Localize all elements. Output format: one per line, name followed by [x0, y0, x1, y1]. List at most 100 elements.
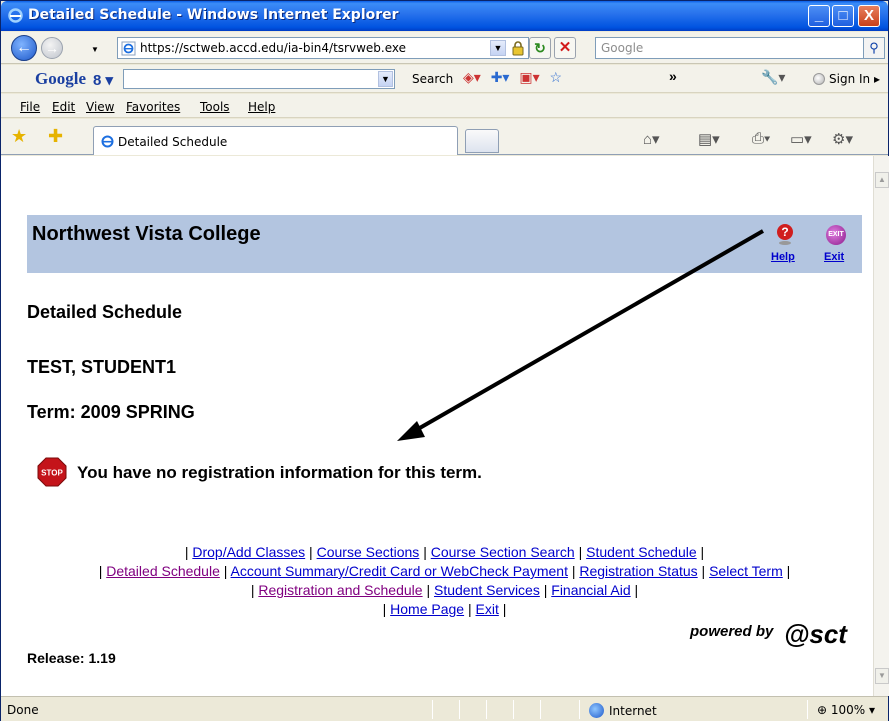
status-divider [459, 700, 460, 719]
link-student-schedule[interactable]: Student Schedule [586, 544, 697, 560]
menu-file[interactable]: File [20, 100, 40, 114]
minimize-button[interactable]: _ [808, 5, 830, 27]
home-icon[interactable]: ⌂▾ [643, 130, 660, 148]
popup-blocker-icon[interactable]: ◈▾ [463, 69, 481, 85]
search-button[interactable]: ⚲ [863, 37, 885, 59]
stop-button[interactable]: ✕ [554, 37, 576, 59]
scroll-up-icon[interactable]: ▲ [875, 172, 889, 188]
link-select-term[interactable]: Select Term [709, 563, 783, 579]
stop-x-icon: ✕ [558, 39, 572, 56]
ie-page-icon [101, 135, 114, 148]
status-text: Done [7, 703, 39, 717]
address-dropdown-icon[interactable]: ▼ [490, 40, 506, 56]
close-button[interactable]: X [858, 5, 880, 27]
google-toolbar: Google 8 ▾ ▼ Search ◈▾ ✚▾ ▣▾ ☆ » 🔧▾ Sign… [1, 65, 888, 93]
google-dropdown-icon[interactable]: ▼ [378, 71, 393, 87]
add-button-icon[interactable]: ✚▾ [491, 69, 510, 85]
scroll-down-icon[interactable]: ▼ [875, 668, 889, 684]
link-course-sections[interactable]: Course Sections [317, 544, 420, 560]
new-tab-button[interactable] [465, 129, 499, 153]
menu-help[interactable]: Help [248, 100, 275, 114]
google-search-input[interactable]: ▼ [123, 69, 395, 89]
status-divider [432, 700, 433, 719]
link-home-page[interactable]: Home Page [390, 601, 464, 617]
google-menu-icon[interactable]: 8 ▾ [93, 71, 113, 89]
bookmark-star-icon[interactable]: ☆ [550, 69, 563, 85]
address-field[interactable]: https://sctweb.accd.edu/ia-bin4/tsrvweb.… [117, 37, 529, 59]
print-icon[interactable]: ⎙▾ [752, 130, 770, 147]
title-bar[interactable]: Detailed Schedule - Windows Internet Exp… [1, 1, 888, 31]
google-search-button[interactable]: Search [412, 72, 453, 86]
sign-in-button[interactable]: Sign In ▸ [813, 72, 880, 86]
status-divider [513, 700, 514, 719]
link-drop-add[interactable]: Drop/Add Classes [192, 544, 305, 560]
college-name: Northwest Vista College [32, 223, 261, 245]
help-link[interactable]: Help [771, 251, 795, 263]
feeds-icon[interactable]: ▤▾ [698, 130, 720, 148]
help-icon[interactable]: ? [776, 223, 794, 245]
favorites-star-icon[interactable]: ★ [11, 126, 27, 147]
link-detailed-schedule[interactable]: Detailed Schedule [106, 563, 220, 579]
add-favorite-icon[interactable]: ✚ [48, 126, 63, 147]
zoom-control[interactable]: ⊕ 100% ▾ [817, 703, 875, 717]
exit-icon[interactable]: EXIT [826, 225, 846, 245]
menu-tools[interactable]: Tools [200, 100, 230, 114]
status-divider [579, 700, 580, 719]
menu-edit[interactable]: Edit [52, 100, 75, 114]
student-name: TEST, STUDENT1 [27, 357, 177, 377]
link-financial-aid[interactable]: Financial Aid [551, 582, 630, 598]
google-logo[interactable]: Google [35, 69, 86, 89]
sign-in-label: Sign In [829, 72, 871, 86]
link-account-summary[interactable]: Account Summary/Credit Card or WebCheck … [231, 563, 568, 579]
powered-by-text: powered by [690, 623, 774, 640]
term-label: Term: 2009 SPRING [27, 402, 195, 422]
back-button[interactable]: ← [11, 35, 37, 61]
search-placeholder: Google [601, 41, 644, 55]
recent-pages-dropdown-icon[interactable]: ▼ [91, 45, 99, 54]
page-menu-icon[interactable]: ▭▾ [790, 130, 812, 148]
tab-detailed-schedule[interactable]: Detailed Schedule [93, 126, 458, 155]
maximize-button[interactable]: □ [832, 5, 854, 27]
translate-icon[interactable]: ▣▾ [519, 69, 539, 85]
page-icon [121, 41, 136, 56]
menu-help-label: Help [248, 100, 276, 114]
footer-nav: | Drop/Add Classes | Course Sections | C… [27, 543, 862, 619]
link-registration-and-schedule[interactable]: Registration and Schedule [258, 582, 422, 598]
lock-icon[interactable] [510, 40, 526, 56]
menu-favorites[interactable]: Favorites [126, 100, 180, 114]
tools-gear-icon[interactable]: ⚙▾ [832, 130, 853, 148]
link-exit[interactable]: Exit [476, 601, 499, 617]
zone-label: Internet [609, 704, 657, 718]
stop-sign-icon: STOP [37, 457, 67, 487]
svg-text:?: ? [781, 225, 788, 239]
close-icon: X [863, 7, 874, 24]
google-toolbar-buttons: ◈▾ ✚▾ ▣▾ ☆ [463, 69, 568, 86]
vertical-scrollbar[interactable]: ▲ ▼ [873, 156, 889, 696]
maximize-icon: □ [838, 7, 848, 24]
forward-button[interactable]: → [41, 37, 63, 59]
forward-arrow-icon: → [45, 40, 59, 56]
magnifier-icon: ⚲ [869, 40, 879, 55]
exit-link[interactable]: Exit [824, 251, 844, 263]
search-input[interactable]: Google [595, 37, 864, 59]
stop-sign-label: STOP [41, 469, 63, 478]
menu-view[interactable]: View [86, 100, 114, 114]
wrench-icon[interactable]: 🔧▾ [761, 69, 785, 86]
menu-view-label: View [86, 100, 115, 114]
more-chevron-icon[interactable]: » [669, 68, 677, 84]
link-registration-status[interactable]: Registration Status [579, 563, 697, 579]
release-version: Release: 1.19 [27, 650, 116, 666]
ie-logo-icon [8, 8, 23, 23]
menu-file-label: File [20, 100, 41, 114]
link-course-section-search[interactable]: Course Section Search [431, 544, 575, 560]
minimize-icon: _ [814, 7, 824, 24]
link-student-services[interactable]: Student Services [434, 582, 540, 598]
security-zone[interactable]: Internet [589, 703, 657, 718]
refresh-button[interactable]: ↻ [529, 37, 551, 59]
status-divider [807, 700, 808, 719]
menu-edit-label: Edit [52, 100, 76, 114]
tab-label: Detailed Schedule [118, 135, 228, 149]
address-url[interactable]: https://sctweb.accd.edu/ia-bin4/tsrvweb.… [140, 41, 406, 55]
menu-tools-label: Tools [200, 100, 230, 114]
nav-line-2: | Detailed Schedule | Account Summary/Cr… [98, 563, 791, 579]
